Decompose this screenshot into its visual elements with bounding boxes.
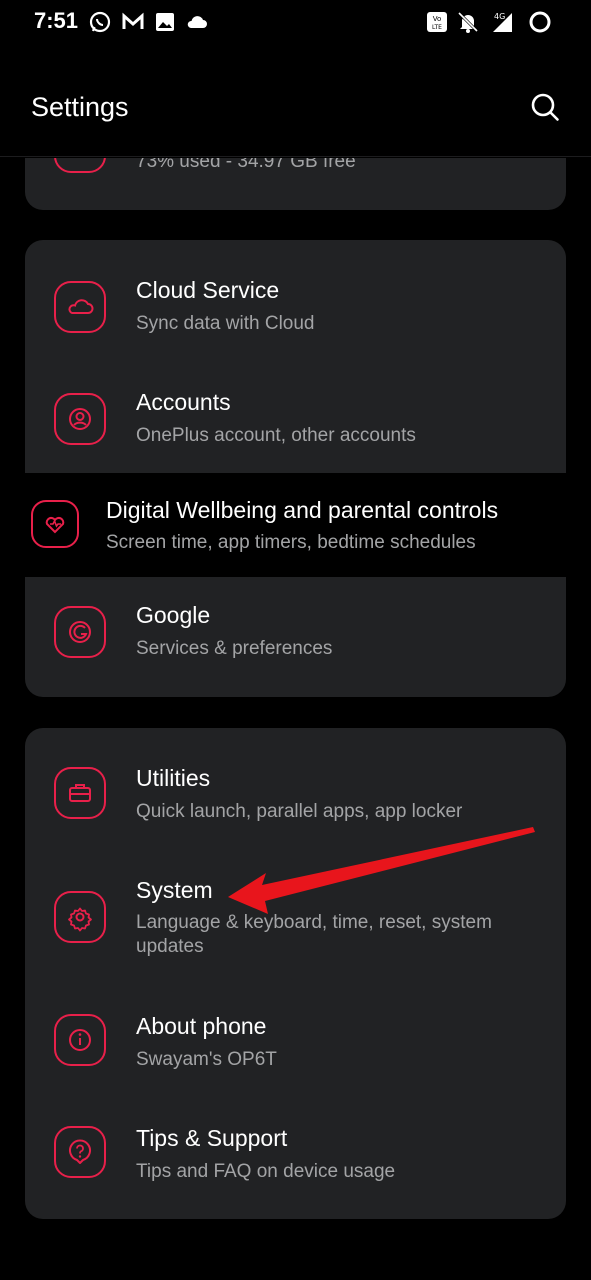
help-icon [53, 1125, 107, 1179]
item-subtitle: Language & keyboard, time, reset, system… [136, 912, 492, 957]
heart-icon [28, 497, 82, 551]
item-title: About phone [136, 1013, 267, 1039]
settings-card-system: Utilities Quick launch, parallel apps, a… [25, 728, 566, 1219]
page-title: Settings [31, 92, 129, 122]
settings-item-cloud-service[interactable]: Cloud Service Sync data with Cloud [25, 240, 566, 352]
info-icon [53, 1013, 107, 1067]
item-title: Utilities [136, 765, 211, 791]
item-title: System [136, 877, 213, 903]
cloud-icon [185, 10, 209, 34]
search-button[interactable] [528, 90, 562, 124]
search-icon [528, 90, 562, 124]
item-title: Google [136, 602, 211, 628]
toolbox-icon [53, 766, 107, 820]
volte-icon: Vo LTE [425, 10, 449, 34]
item-subtitle: Tips and FAQ on device usage [136, 1161, 396, 1182]
item-subtitle: OnePlus account, other accounts [136, 425, 416, 446]
whatsapp-icon [88, 10, 112, 34]
gallery-icon [153, 10, 177, 34]
svg-text:LTE: LTE [432, 24, 442, 31]
item-title: Tips & Support [136, 1125, 288, 1151]
svg-text:4G: 4G [494, 12, 505, 21]
mute-notifications-icon [456, 10, 480, 34]
settings-card-accounts: Cloud Service Sync data with Cloud Accou… [25, 240, 566, 697]
battery-icon [528, 10, 552, 34]
gear-icon [53, 890, 107, 944]
svg-text:Vo: Vo [433, 15, 442, 23]
item-title: Cloud Service [136, 277, 280, 303]
google-icon [53, 605, 107, 659]
settings-item-digital-wellbeing[interactable]: Digital Wellbeing and parental controls … [0, 473, 591, 577]
item-subtitle: Services & preferences [136, 638, 333, 659]
gmail-icon [121, 10, 145, 34]
status-time: 7:51 [34, 8, 79, 33]
signal-4g-icon: 4G [490, 10, 514, 34]
settings-item-utilities[interactable]: Utilities Quick launch, parallel apps, a… [25, 728, 566, 840]
settings-item-google[interactable]: Google Services & preferences [25, 577, 566, 697]
account-icon [53, 392, 107, 446]
item-subtitle: Swayam's OP6T [136, 1049, 277, 1070]
item-subtitle: Sync data with Cloud [136, 313, 315, 334]
settings-item-tips-support[interactable]: Tips & Support Tips and FAQ on device us… [25, 1088, 566, 1219]
settings-item-system[interactable]: System Language & keyboard, time, reset,… [25, 840, 566, 976]
app-bar: Settings [0, 58, 591, 158]
item-subtitle: Quick launch, parallel apps, app locker [136, 801, 463, 822]
item-title: Digital Wellbeing and parental controls [106, 497, 499, 523]
item-subtitle: Screen time, app timers, bedtime schedul… [106, 532, 476, 553]
item-title: Accounts [136, 389, 231, 415]
settings-item-accounts[interactable]: Accounts OnePlus account, other accounts [25, 352, 566, 473]
cloud-icon [53, 280, 107, 334]
header-divider [0, 156, 591, 157]
settings-item-about-phone[interactable]: About phone Swayam's OP6T [25, 976, 566, 1088]
status-bar: 7:51 Vo LTE 4G [0, 0, 591, 48]
